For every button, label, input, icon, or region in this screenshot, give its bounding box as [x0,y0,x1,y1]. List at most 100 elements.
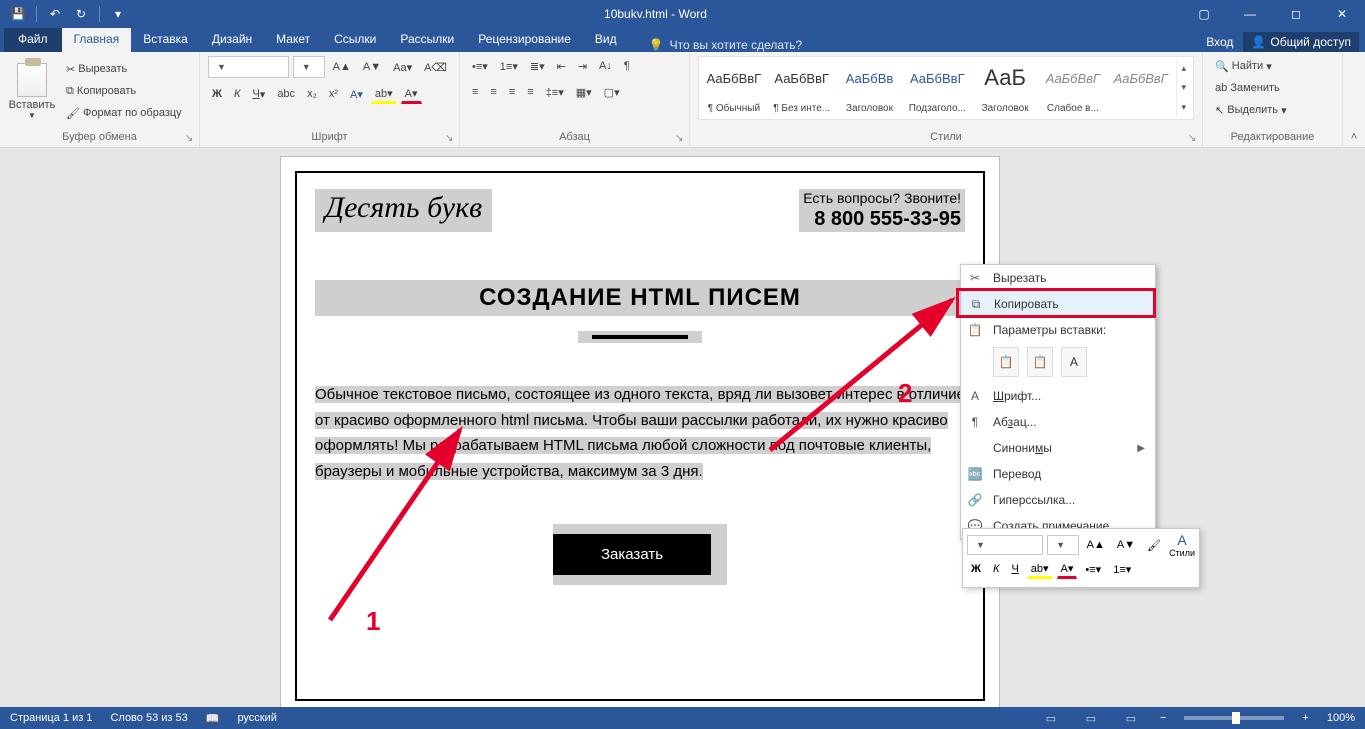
share-button[interactable]: 👤 Общий доступ [1243,32,1359,52]
tab-references[interactable]: Ссылки [322,28,388,52]
clear-format-icon[interactable]: A⌫ [420,57,451,77]
view-print-icon[interactable]: ▭ [1080,709,1102,727]
line-spacing-icon[interactable]: ‡≡▾ [542,82,568,102]
styles-gallery-more[interactable]: ▴▾▾ [1176,59,1191,117]
styles-gallery[interactable]: АаБбВвГ¶ Обычный АаБбВвГ¶ Без инте... Аа… [698,56,1194,120]
mini-underline-icon[interactable]: Ч [1007,559,1022,579]
tab-mailings[interactable]: Рассылки [388,28,466,52]
mini-size-combo[interactable]: ▼ [1047,535,1079,555]
copy-button[interactable]: ⧉ Копировать [62,81,186,101]
bold-icon[interactable]: Ж [208,84,226,104]
underline-icon[interactable]: Ч▾ [248,84,269,104]
align-right-icon[interactable]: ≡ [505,82,519,102]
maximize-icon[interactable]: ◻ [1273,0,1319,28]
status-language[interactable]: русский [237,712,276,724]
highlight-icon[interactable]: ab▾ [371,84,397,104]
paragraph-launcher-icon[interactable]: ↘ [675,133,687,145]
tab-review[interactable]: Рецензирование [466,28,583,52]
view-web-icon[interactable]: ▭ [1120,709,1142,727]
style-subtle[interactable]: АаБбВвГСлабое в... [1040,59,1106,117]
paste-text-only-icon[interactable]: A [1061,347,1087,377]
undo-icon[interactable]: ↶ [43,2,67,26]
style-no-spacing[interactable]: АаБбВвГ¶ Без инте... [769,59,835,117]
ctx-cut[interactable]: ✂Вырезать [961,265,1155,291]
mini-font-color-icon[interactable]: A▾ [1057,559,1078,579]
ctx-hyperlink[interactable]: 🔗Гиперссылка... [961,487,1155,513]
mini-styles-button[interactable]: AСтили [1169,532,1195,558]
minimize-icon[interactable]: — [1227,0,1273,28]
ctx-synonyms[interactable]: Синонимы▶ [961,435,1155,461]
ctx-paragraph[interactable]: ¶Абзац... [961,409,1155,435]
ctx-font[interactable]: AШрифт... [961,383,1155,409]
justify-icon[interactable]: ≡ [523,82,537,102]
tab-home[interactable]: Главная [62,28,132,52]
status-proofing-icon[interactable]: 📖 [206,712,220,725]
paste-merge-icon[interactable]: 📋 [1027,347,1053,377]
zoom-in-icon[interactable]: + [1302,712,1308,724]
view-read-icon[interactable]: ▭ [1040,709,1062,727]
format-painter-button[interactable]: 🖌 Формат по образцу [62,103,186,123]
show-marks-icon[interactable]: ¶ [620,56,634,76]
paste-keep-source-icon[interactable]: 📋 [993,347,1019,377]
zoom-out-icon[interactable]: − [1160,712,1166,724]
mini-format-painter-icon[interactable]: 🖌 [1143,535,1165,555]
style-emphasis[interactable]: АаБбВвГ [1108,59,1174,117]
clipboard-launcher-icon[interactable]: ↘ [185,133,197,145]
status-words[interactable]: Слово 53 из 53 [110,712,187,724]
select-button[interactable]: ↖ Выделить ▾ [1211,100,1334,120]
paste-button[interactable]: Вставить ▼ [8,56,56,126]
mini-bullets-icon[interactable]: •≡▾ [1081,559,1105,579]
font-color-icon[interactable]: A▾ [401,84,422,104]
redo-icon[interactable]: ↻ [69,2,93,26]
tab-insert[interactable]: Вставка [131,28,200,52]
style-normal[interactable]: АаБбВвГ¶ Обычный [701,59,767,117]
style-title[interactable]: АаБЗаголовок [972,59,1038,117]
shrink-font-icon[interactable]: A▼ [359,57,385,77]
mini-highlight-icon[interactable]: ab▾ [1027,559,1053,579]
mini-numbering-icon[interactable]: 1≡▾ [1109,559,1135,579]
collapse-ribbon-icon[interactable]: ˄ [1343,52,1365,147]
mini-font-combo[interactable]: ▼ [967,535,1043,555]
style-heading2[interactable]: АаБбВвГПодзаголо... [904,59,970,117]
tab-view[interactable]: Вид [583,28,629,52]
zoom-slider[interactable] [1184,716,1284,720]
find-button[interactable]: 🔍 Найти ▾ [1211,56,1334,76]
ribbon-options-icon[interactable]: ▢ [1181,0,1227,28]
style-heading1[interactable]: АаБбВвЗаголовок [837,59,903,117]
strike-icon[interactable]: abc [273,84,299,104]
mini-italic-icon[interactable]: К [989,559,1003,579]
save-icon[interactable]: 💾 [6,2,30,26]
tell-me[interactable]: 💡 Что вы хотите сделать? [649,38,803,52]
italic-icon[interactable]: К [230,84,244,104]
mini-bold-icon[interactable]: Ж [967,559,985,579]
cut-button[interactable]: ✂ Вырезать [62,59,186,79]
status-page[interactable]: Страница 1 из 1 [10,712,92,724]
font-family-combo[interactable]: ▼ [208,56,289,78]
font-launcher-icon[interactable]: ↘ [445,133,457,145]
borders-icon[interactable]: ▢▾ [600,82,624,102]
superscript-icon[interactable]: x² [325,84,342,104]
qat-customize-icon[interactable]: ▾ [106,2,130,26]
styles-launcher-icon[interactable]: ↘ [1188,133,1200,145]
tab-layout[interactable]: Макет [264,28,322,52]
tab-design[interactable]: Дизайн [200,28,264,52]
file-tab[interactable]: Файл [4,28,62,52]
change-case-icon[interactable]: Aa▾ [389,57,416,77]
multilevel-icon[interactable]: ≣▾ [526,56,549,76]
ctx-copy[interactable]: ⧉Копировать [961,291,1155,317]
mini-shrink-icon[interactable]: A▼ [1113,535,1139,555]
outdent-icon[interactable]: ⇤ [553,56,570,76]
document-area[interactable]: Десять букв Есть вопросы? Звоните! 8 800… [0,148,1365,707]
mini-grow-icon[interactable]: A▲ [1083,535,1109,555]
grow-font-icon[interactable]: A▲ [329,57,355,77]
bullets-icon[interactable]: •≡▾ [468,56,492,76]
status-zoom[interactable]: 100% [1327,712,1355,724]
shading-icon[interactable]: ▦▾ [572,82,596,102]
replace-button[interactable]: ab Заменить [1211,78,1334,98]
close-icon[interactable]: ✕ [1319,0,1365,28]
align-center-icon[interactable]: ≡ [486,82,500,102]
sort-icon[interactable]: A↓ [595,56,616,76]
signin-button[interactable]: Вход [1200,32,1239,52]
subscript-icon[interactable]: x₂ [303,84,321,104]
ctx-translate[interactable]: 🔤Перевод [961,461,1155,487]
